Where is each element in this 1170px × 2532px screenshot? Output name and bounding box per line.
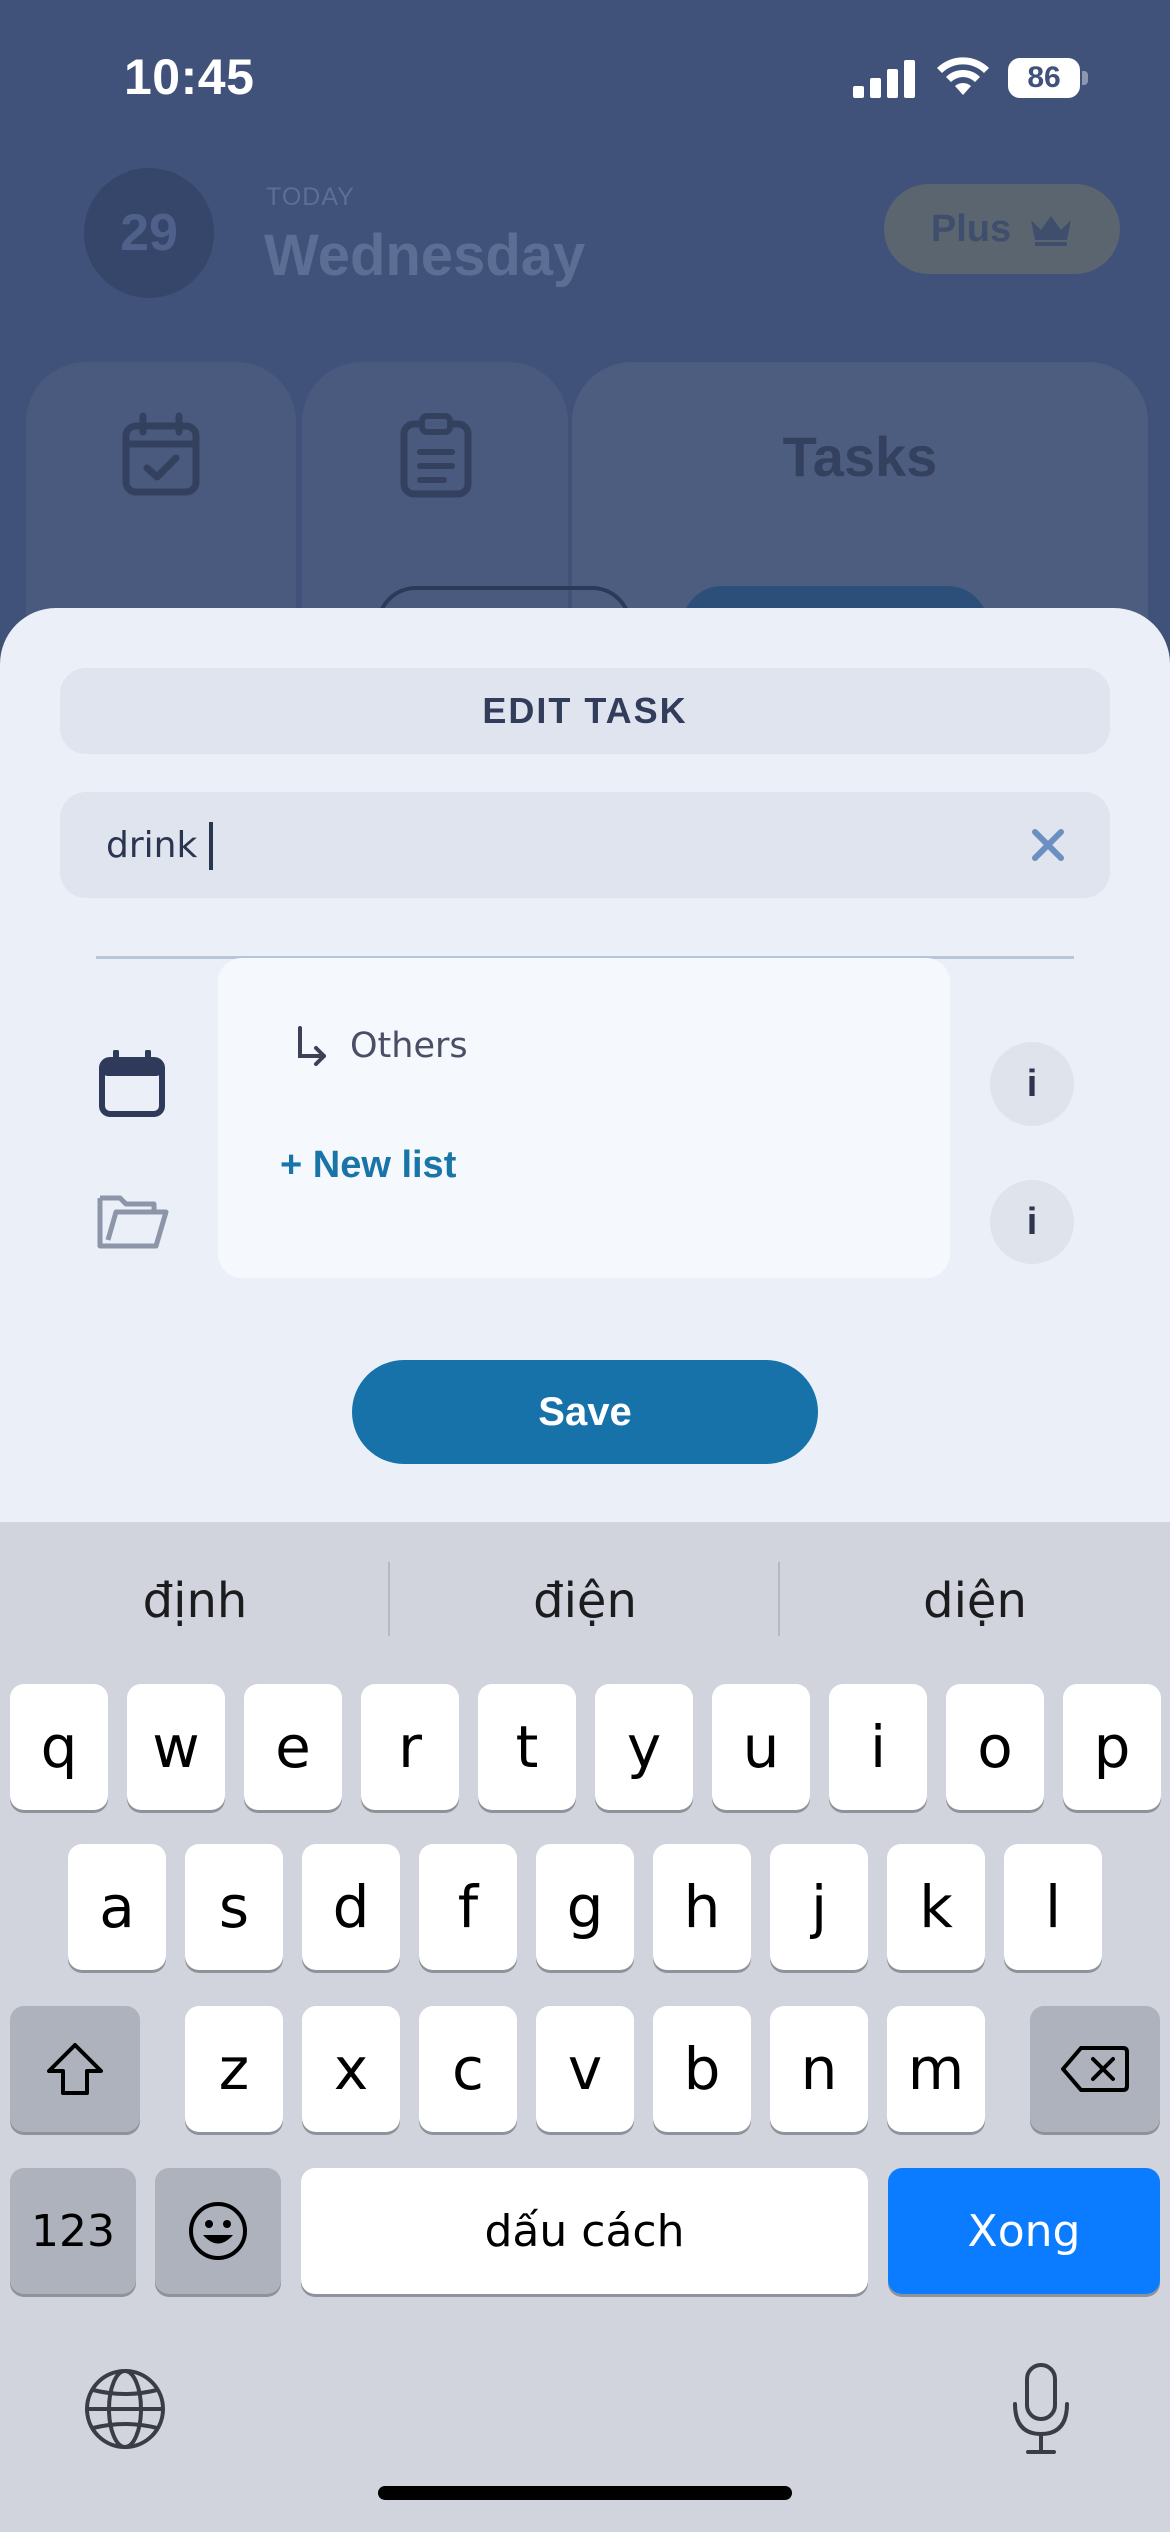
delete-key[interactable] bbox=[1030, 2006, 1160, 2132]
key-q[interactable]: q bbox=[10, 1684, 108, 1810]
key-y[interactable]: y bbox=[595, 1684, 693, 1810]
key-t[interactable]: t bbox=[478, 1684, 576, 1810]
key-v[interactable]: v bbox=[536, 2006, 634, 2132]
calendar-icon[interactable] bbox=[98, 1050, 166, 1118]
clear-text-button[interactable] bbox=[1022, 819, 1074, 871]
suggestion-item[interactable]: diện bbox=[780, 1556, 1170, 1646]
space-key[interactable]: dấu cách bbox=[301, 2168, 868, 2294]
date-badge: 29 bbox=[84, 168, 214, 298]
emoji-icon bbox=[189, 2202, 247, 2260]
calendar-check-icon bbox=[122, 412, 200, 496]
shift-arrow-icon bbox=[47, 2043, 103, 2095]
battery-indicator: 86 bbox=[1008, 58, 1080, 98]
tab-tasks-label: Tasks bbox=[782, 425, 938, 488]
info-icon: i bbox=[1026, 1062, 1038, 1105]
list-option-others[interactable]: Others bbox=[294, 1016, 468, 1076]
key-z[interactable]: z bbox=[185, 2006, 283, 2132]
suggestion-bar: định điện diện bbox=[0, 1522, 1170, 1678]
key-j[interactable]: j bbox=[770, 1844, 868, 1970]
sheet-title-bar: EDIT TASK bbox=[60, 668, 1110, 754]
clipboard-list-icon bbox=[400, 413, 472, 498]
key-n[interactable]: n bbox=[770, 2006, 868, 2132]
numbers-key[interactable]: 123 bbox=[10, 2168, 136, 2294]
sheet-title: EDIT TASK bbox=[482, 690, 688, 731]
list-option-label: Others bbox=[350, 1026, 468, 1066]
key-g[interactable]: g bbox=[536, 1844, 634, 1970]
microphone-icon[interactable] bbox=[1010, 2362, 1072, 2456]
backspace-icon bbox=[1061, 2046, 1129, 2092]
list-dropdown: Others + New list bbox=[218, 958, 950, 1278]
home-indicator[interactable] bbox=[378, 2486, 792, 2500]
day-number: 29 bbox=[120, 204, 178, 262]
plus-button[interactable]: Plus bbox=[884, 184, 1120, 274]
suggestion-item[interactable]: định bbox=[0, 1556, 390, 1646]
background-app: 10:45 86 29 TODAY Wednesday Plus Tasks bbox=[0, 0, 1170, 640]
subdirectory-arrow-icon bbox=[298, 1026, 326, 1066]
done-key[interactable]: Xong bbox=[888, 2168, 1160, 2294]
key-l[interactable]: l bbox=[1004, 1844, 1102, 1970]
battery-nub bbox=[1082, 71, 1088, 85]
key-o[interactable]: o bbox=[946, 1684, 1044, 1810]
plus-label: Plus bbox=[930, 207, 1012, 250]
key-x[interactable]: x bbox=[302, 2006, 400, 2132]
key-f[interactable]: f bbox=[419, 1844, 517, 1970]
key-m[interactable]: m bbox=[887, 2006, 985, 2132]
key-b[interactable]: b bbox=[653, 2006, 751, 2132]
key-h[interactable]: h bbox=[653, 1844, 751, 1970]
save-label: Save bbox=[538, 1389, 632, 1434]
emoji-key[interactable] bbox=[155, 2168, 281, 2294]
key-d[interactable]: d bbox=[302, 1844, 400, 1970]
tab-calendar[interactable] bbox=[26, 362, 296, 640]
save-button[interactable]: Save bbox=[352, 1360, 818, 1464]
info-icon: i bbox=[1026, 1200, 1038, 1243]
task-name-field[interactable] bbox=[60, 792, 1110, 898]
wifi-icon bbox=[937, 57, 989, 95]
crown-icon bbox=[1031, 216, 1072, 246]
text-cursor bbox=[209, 822, 213, 870]
close-icon bbox=[1032, 829, 1064, 861]
shift-key[interactable] bbox=[10, 2006, 140, 2132]
key-u[interactable]: u bbox=[712, 1684, 810, 1810]
new-list-button[interactable]: + New list bbox=[280, 1144, 456, 1187]
key-a[interactable]: a bbox=[68, 1844, 166, 1970]
list-info-button[interactable]: i bbox=[990, 1180, 1074, 1264]
key-c[interactable]: c bbox=[419, 2006, 517, 2132]
key-p[interactable]: p bbox=[1063, 1684, 1161, 1810]
globe-icon[interactable] bbox=[82, 2366, 168, 2452]
weekday-label: Wednesday bbox=[264, 223, 586, 288]
date-info-button[interactable]: i bbox=[990, 1042, 1074, 1126]
edit-task-sheet: EDIT TASK i i bbox=[0, 608, 1170, 1608]
cellular-signal-icon bbox=[853, 60, 915, 98]
folder-icon[interactable] bbox=[96, 1190, 170, 1252]
key-w[interactable]: w bbox=[127, 1684, 225, 1810]
battery-level: 86 bbox=[1027, 61, 1061, 94]
task-name-input[interactable] bbox=[106, 792, 986, 898]
key-s[interactable]: s bbox=[185, 1844, 283, 1970]
key-e[interactable]: e bbox=[244, 1684, 342, 1810]
status-bar: 10:45 86 bbox=[0, 0, 1170, 150]
today-label: TODAY bbox=[266, 183, 355, 211]
key-k[interactable]: k bbox=[887, 1844, 985, 1970]
key-r[interactable]: r bbox=[361, 1684, 459, 1810]
key-i[interactable]: i bbox=[829, 1684, 927, 1810]
suggestion-item[interactable]: điện bbox=[390, 1556, 780, 1646]
keyboard: định điện diện q w e r t y u i o p a s d… bbox=[0, 1522, 1170, 2532]
status-time: 10:45 bbox=[124, 49, 255, 105]
